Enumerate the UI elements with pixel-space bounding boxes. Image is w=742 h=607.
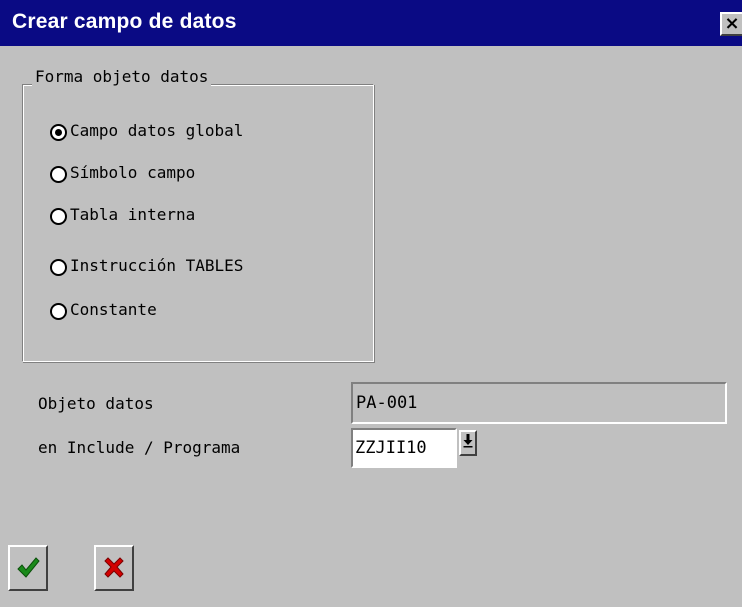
dialog-window: Crear campo de datos × Forma objeto dato… xyxy=(0,0,742,607)
radio-label: Instrucción TABLES xyxy=(70,255,244,275)
radio-label: Tabla interna xyxy=(70,204,196,224)
close-icon: × xyxy=(724,13,740,34)
window-title: Crear campo de datos xyxy=(12,10,237,33)
radio-option-constant[interactable]: Constante xyxy=(50,297,157,321)
radio-option-internal-table[interactable]: Tabla interna xyxy=(50,202,195,226)
include-dropdown-button[interactable] xyxy=(459,430,477,456)
confirm-button[interactable] xyxy=(8,545,48,591)
close-button[interactable]: × xyxy=(720,12,742,36)
radio-option-global-field[interactable]: Campo datos global xyxy=(50,118,243,142)
cross-icon xyxy=(104,557,124,578)
include-program-label: en Include / Programa xyxy=(38,438,241,457)
include-program-input[interactable]: ZZJII10 xyxy=(351,428,457,468)
group-legend: Forma objeto datos xyxy=(32,68,212,86)
checkmark-icon xyxy=(17,557,40,578)
data-object-label: Objeto datos xyxy=(38,394,154,413)
radio-button[interactable] xyxy=(50,259,67,276)
data-object-field: PA-001 xyxy=(351,382,727,424)
radio-label: Constante xyxy=(70,299,157,319)
radio-label: Campo datos global xyxy=(70,120,244,140)
radio-button[interactable] xyxy=(50,208,67,225)
title-bar: Crear campo de datos × xyxy=(0,0,742,46)
dropdown-arrow-icon xyxy=(463,434,473,448)
radio-button-selected[interactable] xyxy=(50,124,67,141)
radio-option-field-symbol[interactable]: Símbolo campo xyxy=(50,160,195,184)
radio-option-tables-statement[interactable]: Instrucción TABLES xyxy=(50,253,243,277)
cancel-button[interactable] xyxy=(94,545,134,591)
radio-label: Símbolo campo xyxy=(70,162,196,182)
radio-button[interactable] xyxy=(50,303,67,320)
radio-button[interactable] xyxy=(50,166,67,183)
